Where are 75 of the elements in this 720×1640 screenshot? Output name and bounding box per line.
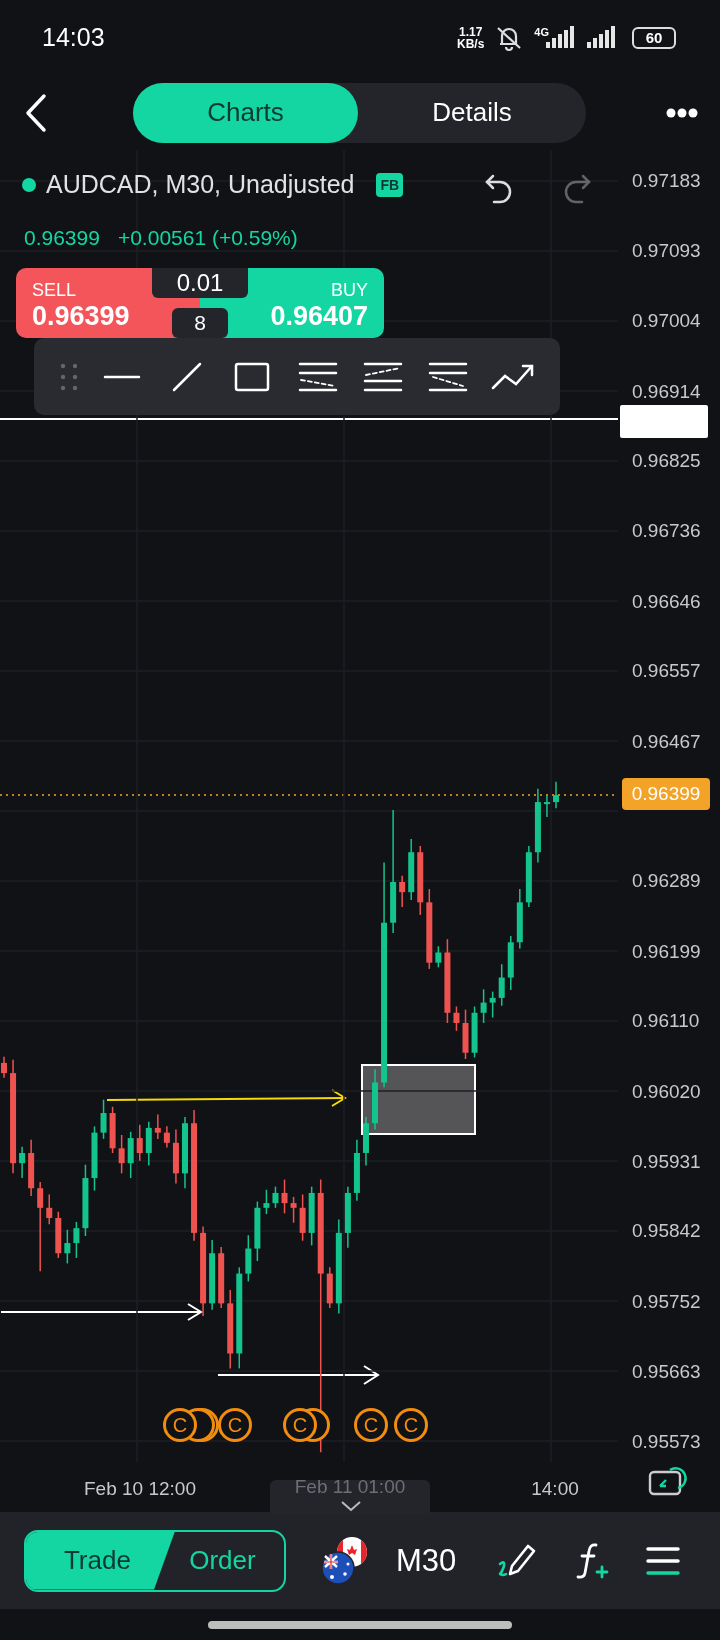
candlestick <box>272 1185 279 1209</box>
price-label: 0.97004 <box>632 309 701 334</box>
event-marker[interactable]: C <box>354 1408 388 1442</box>
price-label: 0.96110 <box>632 1009 700 1034</box>
price-change: +0.00561 (+0.59%) <box>117 226 298 250</box>
candlestick <box>453 1005 460 1032</box>
candlestick <box>1 1055 7 1079</box>
price-label: 0.96020 <box>632 1079 701 1104</box>
candlestick <box>399 874 406 908</box>
time-label: 14:00 <box>531 1478 579 1500</box>
current-price-tag: 0.96399 <box>622 778 710 810</box>
candlestick <box>118 1134 125 1175</box>
candlestick <box>498 963 505 1007</box>
chevron-down-icon[interactable] <box>340 1500 362 1512</box>
candlestick <box>290 1196 297 1224</box>
menu-icon[interactable] <box>646 1545 681 1576</box>
event-marker[interactable]: C <box>283 1408 317 1442</box>
status-dot <box>22 177 36 192</box>
candlestick <box>136 1124 143 1162</box>
spread-value: 8 <box>172 308 228 338</box>
function-icon[interactable] <box>574 1540 611 1581</box>
home-indicator[interactable] <box>208 1620 512 1629</box>
signal-icon <box>586 25 618 50</box>
symbol-title: AUDCAD, M30, Unadjusted <box>46 170 355 199</box>
mode-tab[interactable]: Trade <box>26 1531 175 1590</box>
price-label: 0.96467 <box>632 729 701 754</box>
price-label: 0.96289 <box>632 869 701 894</box>
time-label: Feb 10 12:00 <box>84 1478 196 1500</box>
more-icon[interactable] <box>666 107 698 118</box>
candlestick <box>489 990 496 1019</box>
price-label: 0.96557 <box>632 659 701 684</box>
price-label: 0.96914 <box>632 379 701 404</box>
price-label: 0.97093 <box>632 239 701 264</box>
battery-level: 60 <box>632 26 676 49</box>
candlestick <box>64 1228 71 1265</box>
event-marker[interactable]: C <box>394 1408 428 1442</box>
price-label: 0.97183 <box>632 169 701 193</box>
price-label: 0.95752 <box>632 1289 701 1314</box>
price-label: 0.95842 <box>632 1219 701 1244</box>
price-label: 0.95573 <box>632 1430 701 1454</box>
price-label: 0.95663 <box>632 1359 701 1384</box>
network-type: 4G <box>534 25 549 38</box>
timeframe-button[interactable]: M30 <box>390 1541 463 1580</box>
symbol-badge: FB <box>376 172 404 197</box>
candlestick <box>163 1125 170 1149</box>
candlestick <box>100 1098 107 1140</box>
back-icon[interactable] <box>24 92 48 133</box>
price-label: 0.96199 <box>632 939 701 964</box>
price-label: 0.96736 <box>632 519 701 544</box>
last-price: 0.96399 <box>24 226 100 250</box>
candlestick <box>480 988 487 1024</box>
candlestick <box>19 1145 26 1179</box>
lot-size[interactable]: 0.01 <box>152 268 248 298</box>
candlestick <box>263 1189 270 1215</box>
candlestick <box>73 1221 80 1259</box>
annotation-drawings[interactable] <box>0 418 618 1385</box>
currency-flags-icon[interactable] <box>320 1535 370 1586</box>
candlestick <box>553 780 559 810</box>
candlestick <box>37 1181 44 1273</box>
event-marker[interactable]: C <box>218 1408 252 1442</box>
status-time: 14:03 <box>42 23 105 52</box>
rotate-screen-icon[interactable] <box>648 1464 690 1498</box>
view-tab[interactable]: Charts <box>133 82 358 143</box>
speed-unit: KB/s <box>456 37 485 50</box>
view-tab[interactable]: Details <box>358 82 586 143</box>
candlestick <box>281 1178 288 1215</box>
network-speed: 1.17 <box>458 25 483 38</box>
price-label: 0.96646 <box>632 589 701 614</box>
price-label: 0.95931 <box>632 1149 701 1174</box>
candlestick <box>46 1193 53 1226</box>
candlestick <box>435 945 442 969</box>
candlestick <box>543 795 550 818</box>
price-label: 0.96825 <box>632 449 701 474</box>
candlestick <box>154 1113 161 1140</box>
undo-icon[interactable] <box>484 172 514 206</box>
